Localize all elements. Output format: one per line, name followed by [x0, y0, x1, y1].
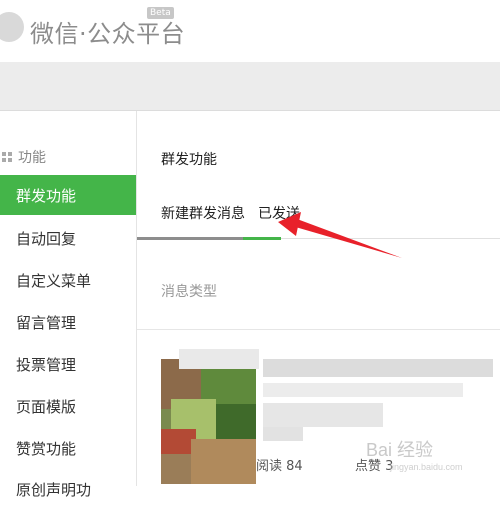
watermark-subtext: jingyan.baidu.com [389, 462, 463, 472]
watermark-text: Bai 经验 [366, 440, 433, 460]
baidu-jingyan-watermark: Bai 经验 jingyan.baidu.com [364, 434, 492, 476]
red-arrow-annotation [278, 212, 402, 258]
